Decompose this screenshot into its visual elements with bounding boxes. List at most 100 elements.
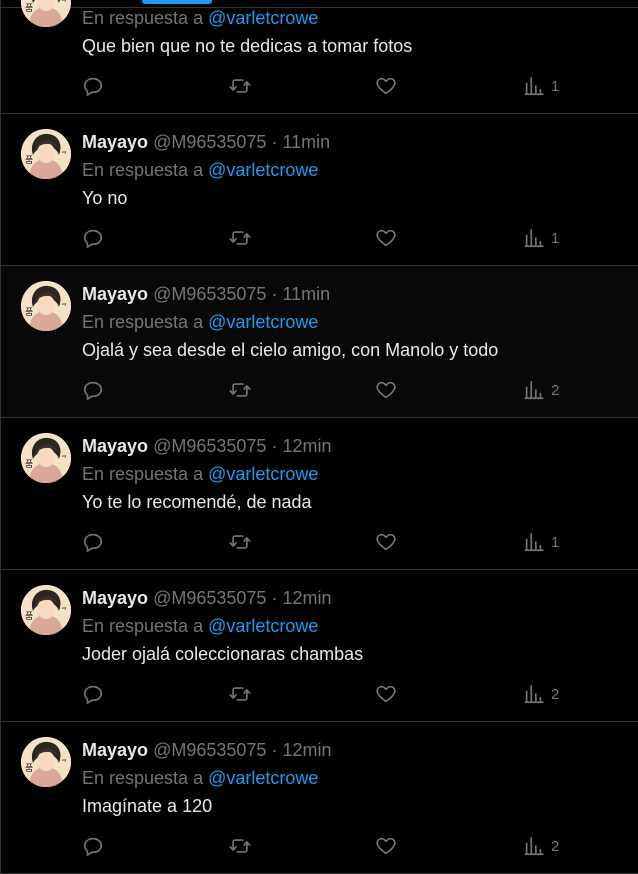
separator-dot: ·	[271, 740, 283, 760]
reply-icon	[83, 685, 103, 704]
like-button[interactable]	[375, 682, 397, 706]
reply-context: En respuesta a @varletcrowe	[82, 158, 318, 182]
avatar[interactable]: 품 ㅋ	[21, 129, 71, 179]
tweet[interactable]: 품 ㅋ Mayayo @M96535075 · 12min En respues…	[0, 722, 638, 874]
tweet-actions: 2	[1, 682, 638, 706]
avatar[interactable]: 품 ㅋ	[21, 281, 71, 331]
tweet-text: Ojalá y sea desde el cielo amigo, con Ma…	[82, 340, 499, 360]
user-handle[interactable]: @M96535075	[153, 588, 266, 608]
reply-button[interactable]	[82, 226, 104, 250]
reply-context: En respuesta a @varletcrowe	[82, 766, 318, 790]
tweet-timestamp[interactable]: 12min	[282, 740, 331, 760]
like-button[interactable]	[375, 834, 397, 858]
reply-icon	[83, 533, 103, 552]
tweet-actions: 1	[1, 226, 638, 250]
like-button[interactable]	[375, 378, 397, 402]
mention-link[interactable]: @varletcrowe	[208, 768, 318, 788]
tweet-header: Mayayo @M96535075 · 12min	[82, 434, 331, 458]
svg-text:품: 품	[25, 3, 33, 14]
like-button[interactable]	[375, 530, 397, 554]
tweet[interactable]: 품 ㅋ Mayayo @M96535075 · 11min En respues…	[0, 266, 638, 418]
reply-context: En respuesta a @varletcrowe	[82, 310, 318, 334]
tweet-timestamp[interactable]: 12min	[282, 588, 331, 608]
svg-text:ㅋ: ㅋ	[61, 302, 67, 309]
display-name[interactable]: Mayayo	[82, 436, 148, 456]
user-handle[interactable]: @M96535075	[153, 436, 266, 456]
reply-prefix: En respuesta a	[82, 768, 204, 788]
retweet-button[interactable]	[229, 226, 251, 250]
svg-text:ㅋ: ㅋ	[61, 606, 67, 613]
tweet-text: Imagínate a 120	[82, 796, 213, 816]
retweet-button[interactable]	[229, 74, 251, 98]
heart-icon	[376, 837, 396, 855]
display-name[interactable]: Mayayo	[82, 588, 148, 608]
views-button[interactable]: 1	[523, 74, 559, 98]
mention-link[interactable]: @varletcrowe	[208, 616, 318, 636]
views-button[interactable]: 2	[523, 378, 559, 402]
views-chart-icon	[524, 532, 544, 552]
retweet-button[interactable]	[229, 530, 251, 554]
reply-button[interactable]	[82, 74, 104, 98]
views-chart-icon	[524, 836, 544, 856]
avatar[interactable]: 품 ㅋ	[21, 585, 71, 635]
tweet[interactable]: 품 ㅋ Mayayo @M96535075 · 12min En respues…	[0, 570, 638, 722]
views-count: 1	[551, 229, 560, 247]
svg-text:ㅋ: ㅋ	[61, 454, 67, 461]
tweet[interactable]: 품 ㅋ Mayayo @M96535075 · 11min En respues…	[0, 114, 638, 266]
display-name[interactable]: Mayayo	[82, 132, 148, 152]
views-button[interactable]: 1	[523, 530, 559, 554]
mention-link[interactable]: @varletcrowe	[208, 8, 318, 28]
tweet-actions: 1	[1, 74, 638, 98]
reply-button[interactable]	[82, 682, 104, 706]
tweet-header: Mayayo @M96535075 · 12min	[82, 586, 331, 610]
reply-button[interactable]	[82, 530, 104, 554]
svg-text:품: 품	[25, 763, 33, 774]
reply-prefix: En respuesta a	[82, 464, 204, 484]
separator-dot: ·	[271, 132, 283, 152]
avatar[interactable]: 품 ㅋ	[21, 433, 71, 483]
tweet-timestamp[interactable]: 11min	[282, 132, 330, 152]
retweet-button[interactable]	[229, 378, 251, 402]
reply-icon	[83, 229, 103, 248]
svg-text:ㅋ: ㅋ	[61, 150, 67, 157]
user-handle[interactable]: @M96535075	[153, 740, 266, 760]
tweet[interactable]: 품 ㅋ · En respuesta a @varletcrowe Que bi…	[0, 0, 638, 114]
like-button[interactable]	[375, 74, 397, 98]
reply-icon	[83, 837, 103, 856]
display-name[interactable]: Mayayo	[82, 740, 148, 760]
user-handle[interactable]: @M96535075	[153, 132, 266, 152]
svg-text:ㅋ: ㅋ	[61, 0, 67, 5]
tweet-timestamp[interactable]: 11min	[282, 284, 330, 304]
views-count: 2	[551, 837, 560, 855]
retweet-button[interactable]	[229, 682, 251, 706]
views-button[interactable]: 1	[523, 226, 559, 250]
user-handle[interactable]: @M96535075	[153, 284, 266, 304]
reply-context: En respuesta a @varletcrowe	[82, 6, 318, 30]
display-name[interactable]: Mayayo	[82, 284, 148, 304]
avatar[interactable]: 품 ㅋ	[21, 0, 71, 27]
svg-text:ㅋ: ㅋ	[61, 758, 67, 765]
tweet-text: Joder ojalá coleccionaras chambas	[82, 644, 364, 664]
avatar[interactable]: 품 ㅋ	[21, 737, 71, 787]
reply-button[interactable]	[82, 834, 104, 858]
heart-icon	[376, 77, 396, 95]
tweet[interactable]: 품 ㅋ Mayayo @M96535075 · 12min En respues…	[0, 418, 638, 570]
mention-link[interactable]: @varletcrowe	[208, 312, 318, 332]
reply-prefix: En respuesta a	[82, 312, 204, 332]
tweet-text: Yo no	[82, 188, 128, 208]
mention-link[interactable]: @varletcrowe	[208, 464, 318, 484]
mention-link[interactable]: @varletcrowe	[208, 160, 318, 180]
reply-context: En respuesta a @varletcrowe	[82, 614, 318, 638]
reply-icon	[83, 77, 103, 96]
like-button[interactable]	[375, 226, 397, 250]
heart-icon	[376, 381, 396, 399]
reply-button[interactable]	[82, 378, 104, 402]
heart-icon	[376, 533, 396, 551]
reply-prefix: En respuesta a	[82, 160, 204, 180]
reply-context: En respuesta a @varletcrowe	[82, 462, 318, 486]
retweet-button[interactable]	[229, 834, 251, 858]
tweet-timestamp[interactable]: 12min	[282, 436, 331, 456]
views-button[interactable]: 2	[523, 834, 559, 858]
views-button[interactable]: 2	[523, 682, 559, 706]
svg-text:품: 품	[25, 307, 33, 318]
